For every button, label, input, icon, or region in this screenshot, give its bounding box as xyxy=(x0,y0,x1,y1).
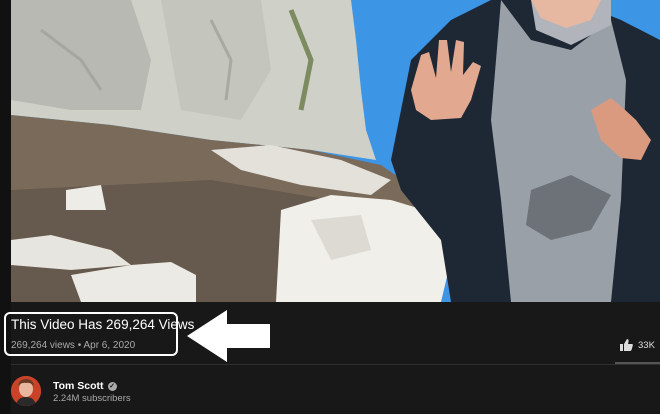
subscriber-count: 2.24M subscribers xyxy=(53,393,131,404)
video-title: This Video Has 269,264 Views xyxy=(11,317,195,332)
channel-avatar[interactable] xyxy=(11,376,41,406)
video-meta: 269,264 views • Apr 6, 2020 xyxy=(11,340,135,351)
thumbs-up-icon xyxy=(620,339,633,351)
verified-check-icon: ✓ xyxy=(107,381,117,391)
publish-date: Apr 6, 2020 xyxy=(83,340,136,351)
avatar-image xyxy=(11,376,41,406)
like-button[interactable]: 33K xyxy=(620,339,655,351)
left-arrow-icon xyxy=(187,310,270,362)
meta-separator: • xyxy=(77,340,82,351)
video-frame xyxy=(11,0,660,302)
like-count: 33K xyxy=(638,339,655,351)
channel-name-row[interactable]: Tom Scott ✓ xyxy=(53,380,117,392)
view-count: 269,264 views xyxy=(11,340,75,351)
video-player[interactable] xyxy=(11,0,660,302)
divider xyxy=(11,364,660,365)
channel-name: Tom Scott xyxy=(53,380,104,392)
